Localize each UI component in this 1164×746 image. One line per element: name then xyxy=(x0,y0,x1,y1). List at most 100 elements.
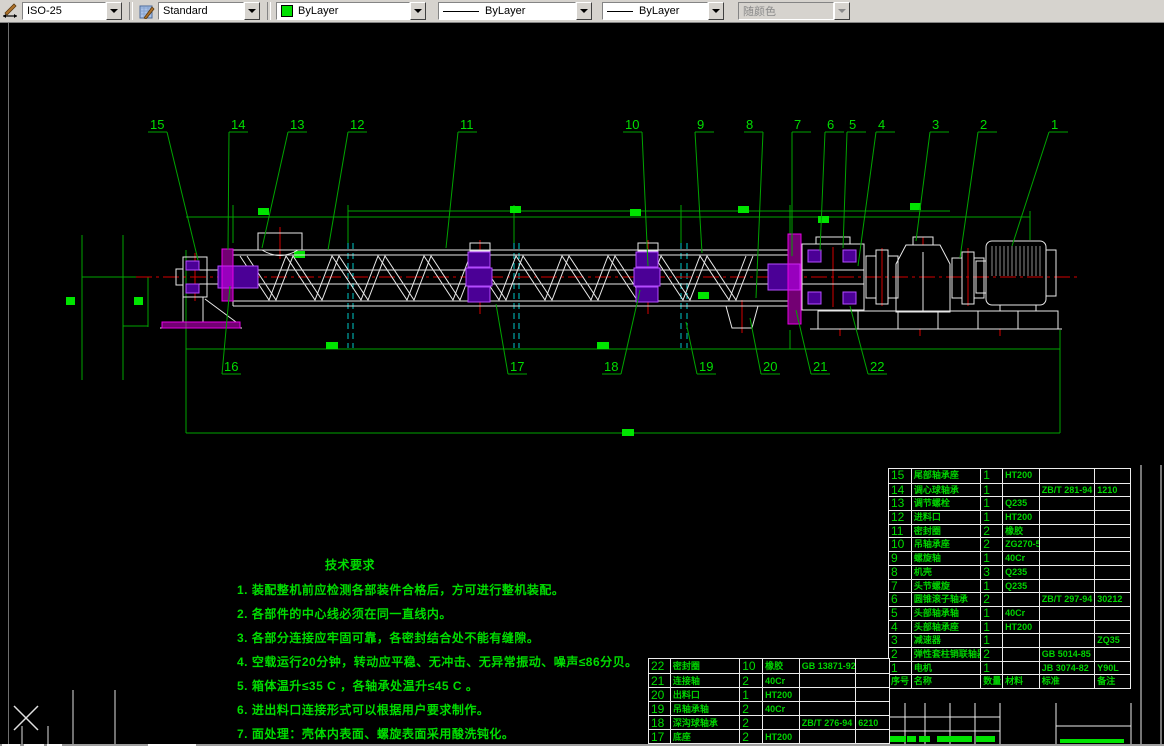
text-style-dropdown-arrow[interactable] xyxy=(244,2,260,20)
bom-header-cell: 名称 xyxy=(912,675,982,688)
bom-cell: 橡胶 xyxy=(1003,524,1040,538)
callout-leader xyxy=(849,305,869,375)
bom-cell xyxy=(763,716,800,729)
bom-cell xyxy=(856,688,889,701)
lineweight-dropdown-arrow[interactable] xyxy=(708,2,724,20)
bom-header-cell: 数量 xyxy=(983,675,1004,688)
bom-cell: 螺旋轴 xyxy=(912,552,982,565)
bom-cell: HT200 xyxy=(1003,620,1040,634)
bom-cell: 2 xyxy=(981,647,1004,661)
bom-cell xyxy=(1040,538,1096,552)
bom-cell: 尾部轴承座 xyxy=(912,469,982,483)
bom-cell: 10 xyxy=(740,659,764,673)
bom-cell: 11 xyxy=(889,524,912,538)
dim-style-dropdown-arrow[interactable] xyxy=(106,2,122,20)
bom-cell: 19 xyxy=(649,702,671,715)
bom-cell: 10 xyxy=(889,538,912,552)
bom-cell xyxy=(1003,593,1040,606)
bom-row: 9 螺旋轴 1 40Cr xyxy=(889,551,1130,565)
bom-cell: ZQ35 xyxy=(1097,635,1120,646)
lineweight-combo[interactable]: ByLayer xyxy=(602,2,724,20)
dim-style-icon[interactable] xyxy=(2,3,18,19)
bom-cell: 3 xyxy=(889,634,912,647)
plot-style-value: 随颜色 xyxy=(738,2,834,20)
cad-application-window: { "toolbar": { "dim_style_value": "ISO-2… xyxy=(0,0,1164,746)
bom-cell: GB 13871-92 xyxy=(801,659,857,673)
bom-cell: 1210 xyxy=(1097,484,1118,495)
plot-style-combo: 随颜色 xyxy=(738,2,850,20)
callout-label: 9 xyxy=(697,117,704,132)
drawing-viewport[interactable]: 15 14 13 12 11 10 9 8 7 6 5 4 3 2 1 16 17 18 19 20 21 22 技术要求… xyxy=(0,22,1164,746)
color-dropdown-arrow[interactable] xyxy=(410,2,426,20)
callout-leader xyxy=(857,131,877,267)
dim-style-value[interactable]: ISO-25 xyxy=(22,2,106,20)
bom-row: 19 吊轴承轴 2 40Cr xyxy=(649,701,889,715)
bom-cell: 2 xyxy=(889,647,912,661)
callout-label: 10 xyxy=(625,117,639,132)
bom-row: 3 减速器 1 ZQ35 xyxy=(889,633,1130,647)
bom-cell: 2 xyxy=(981,538,1004,552)
callout-leader xyxy=(227,131,230,251)
bom-cell: 15 xyxy=(889,469,912,483)
linetype-dropdown-arrow[interactable] xyxy=(576,2,592,20)
bom-cell xyxy=(1040,634,1096,647)
callout-leader xyxy=(166,131,199,261)
tech-requirement-line: 1. 装配整机前应检测各部装件合格后，方可进行整机装配。 xyxy=(237,583,565,597)
bom-cell: 18 xyxy=(649,716,671,729)
bom-cell: 9 xyxy=(889,552,912,565)
callout-label: 4 xyxy=(878,117,885,132)
dim-style-combo[interactable]: ISO-25 xyxy=(22,2,122,20)
bom-cell xyxy=(1095,552,1130,565)
bom-cell: 1 xyxy=(740,688,764,701)
callout-leader xyxy=(842,131,848,249)
bom-cell: 3 xyxy=(981,565,1004,579)
bom-row: 14 调心球轴承 1 ZB/T 281-94 1210 xyxy=(889,482,1130,497)
bom-cell: 12 xyxy=(889,511,912,524)
styles-properties-toolbar: ISO-25 Standard ByLayer ByLayer ByLayer … xyxy=(0,0,1164,23)
bom-cell: 连接轴 xyxy=(671,674,741,687)
callout-leader xyxy=(795,309,812,375)
callout-label: 21 xyxy=(813,359,827,374)
bom-cell: 2 xyxy=(740,730,764,743)
callout-leader xyxy=(694,131,703,254)
bom-cell: 调心球轴承 xyxy=(912,483,982,497)
bom-cell xyxy=(1003,647,1040,661)
bom-row: 18 深沟球轴承 2 ZB/T 276-94 6210 xyxy=(649,715,889,729)
callout-leader xyxy=(749,317,762,375)
text-style-combo[interactable]: Standard xyxy=(158,2,260,20)
callout-leader xyxy=(620,289,641,375)
bom-cell: 17 xyxy=(649,730,671,743)
callout-label: 22 xyxy=(870,359,884,374)
bom-row: 20 出料口 1 HT200 xyxy=(649,687,889,701)
bom-cell: 头部轴承座 xyxy=(912,620,982,634)
bom-cell: 40Cr xyxy=(763,674,800,687)
bom-row: 10吊轴承座2ZG270-500 xyxy=(889,537,1130,552)
center-marks xyxy=(194,227,1001,336)
callout-label: 11 xyxy=(460,117,474,132)
bom-cell: ZB/T 281-94 xyxy=(1040,483,1096,497)
callout-leader xyxy=(641,131,649,267)
bom-cell: 1 xyxy=(981,606,1004,620)
bom-cell: HT200 xyxy=(763,730,800,743)
bom-cell: 橡胶 xyxy=(763,659,800,673)
tech-requirement-line: 6. 进出料口连接形式可以根据用户要求制作。 xyxy=(237,703,490,717)
tech-requirement-line: 2. 各部件的中心线必须在同一直线内。 xyxy=(237,607,452,621)
text-style-icon[interactable] xyxy=(139,3,155,19)
sheet-corner-lines xyxy=(21,690,116,744)
bom-header-cell: 备注 xyxy=(1097,676,1116,687)
cursor-x-mark xyxy=(13,705,39,731)
linetype-combo[interactable]: ByLayer xyxy=(438,2,592,20)
tech-requirement-line: 4. 空载运行20分钟，转动应平稳、无冲击、无异常振动、噪声≤86分贝。 xyxy=(237,655,638,669)
bom-cell: HT200 xyxy=(1003,469,1040,483)
bom-cell xyxy=(1095,566,1130,579)
bom-cell xyxy=(1040,497,1096,511)
bom-cell: 头节螺旋 xyxy=(912,579,982,593)
bom-cell: 1 xyxy=(981,469,1004,483)
bom-cell: 减速器 xyxy=(912,634,982,647)
bom-cell xyxy=(1095,525,1130,538)
bom-cell: 1 xyxy=(981,497,1004,511)
text-style-value[interactable]: Standard xyxy=(158,2,244,20)
bom-cell xyxy=(1003,483,1040,497)
bom-cell: 13 xyxy=(889,497,912,511)
color-combo[interactable]: ByLayer xyxy=(276,2,426,20)
